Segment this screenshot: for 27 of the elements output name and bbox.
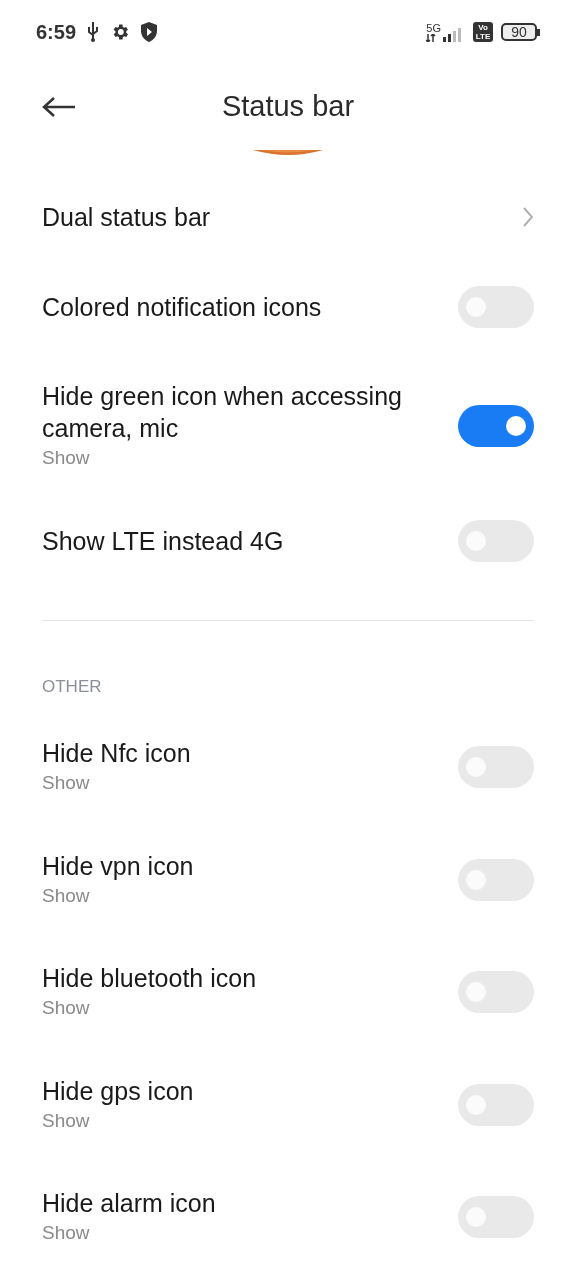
setting-label: Hide vpn icon <box>42 850 194 882</box>
setting-label: Hide alarm icon <box>42 1188 216 1220</box>
setting-label: Dual status bar <box>42 202 211 233</box>
setting-subtitle: Show <box>42 771 91 796</box>
setting-label: Colored notification icons <box>42 292 322 323</box>
network-type: 5G <box>426 22 441 34</box>
setting-label: Hide gps icon <box>42 1075 194 1107</box>
usb-icon <box>86 21 101 43</box>
battery-indicator: 90 <box>501 23 537 41</box>
chevron-right-icon[interactable] <box>522 206 534 228</box>
setting-subtitle: Show <box>42 883 91 908</box>
setting-label: Hide green icon when accessing camera, mic <box>42 381 403 444</box>
setting-label: Hide bluetooth icon <box>42 963 257 995</box>
volte-badge: Vo LTE <box>473 22 493 42</box>
setting-subtitle: Show <box>42 446 91 470</box>
setting-label: Show LTE instead 4G <box>42 526 284 557</box>
toggle-switch[interactable] <box>458 405 534 447</box>
setting-subtitle: Show <box>42 996 91 1021</box>
setting-label: Hide Nfc icon <box>42 738 191 770</box>
data-arrows-icon <box>426 33 437 42</box>
setting-subtitle: Show <box>42 1221 91 1246</box>
back-arrow-icon[interactable] <box>42 96 76 118</box>
page-title: Status bar <box>221 89 355 125</box>
clock: 6:59 <box>36 20 77 45</box>
setting-subtitle: Show <box>42 1108 91 1133</box>
shield-icon <box>140 21 159 43</box>
section-heading: OTHER <box>42 675 102 698</box>
